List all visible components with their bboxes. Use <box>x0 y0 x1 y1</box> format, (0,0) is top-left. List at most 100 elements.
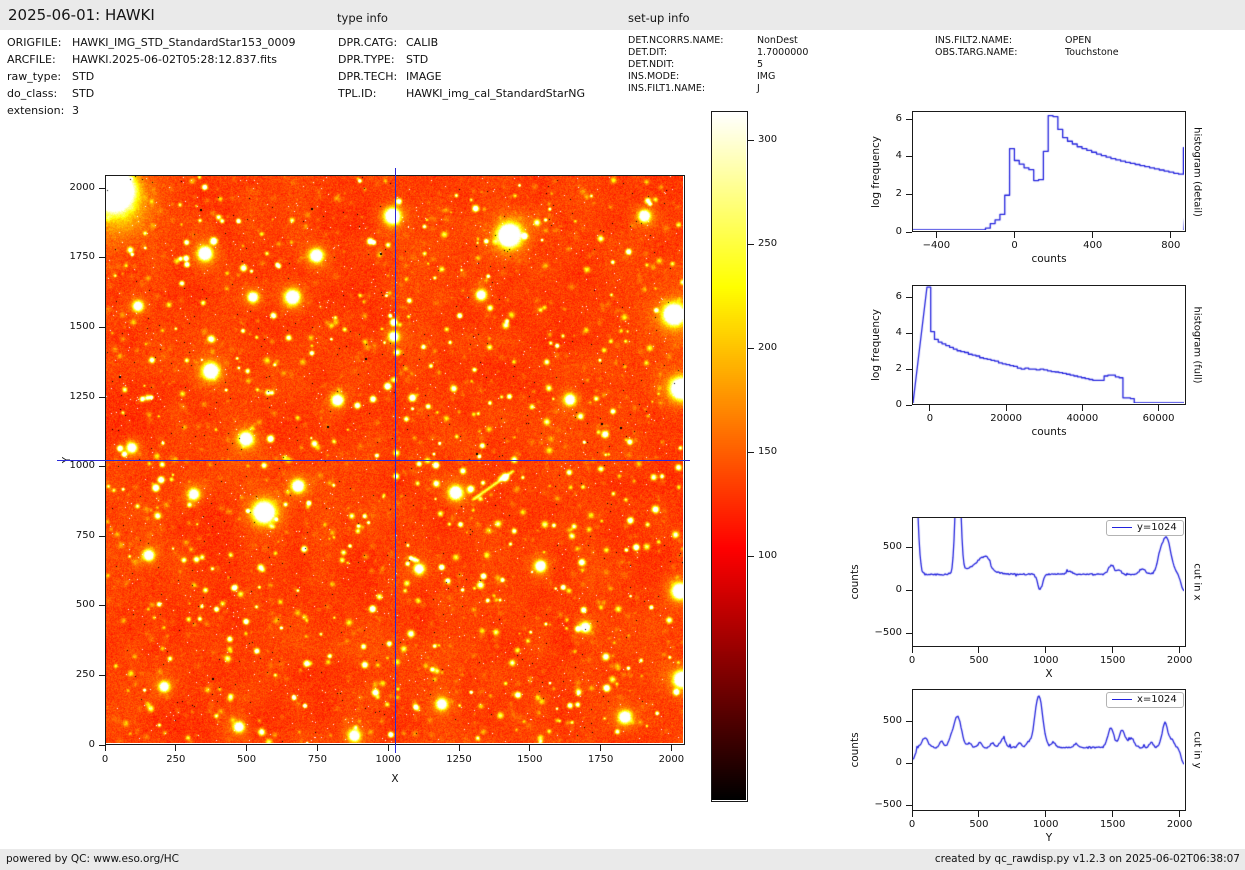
x-tick-mark <box>246 745 248 751</box>
setup-info-label: INS.FILT2.NAME: <box>935 35 1013 46</box>
chart-cut_in_x <box>912 517 1186 647</box>
setup-info-value: NonDest <box>757 35 798 46</box>
y-tick-mark <box>906 632 912 634</box>
y-tick-mark <box>906 763 912 765</box>
qc-report-page: 2025-06-01: HAWKI type info set-up info … <box>0 0 1245 870</box>
x-tick-label: 2000 <box>1166 655 1193 666</box>
x-tick-label: 0 <box>908 819 916 830</box>
histogram_detail-canvas <box>913 112 1184 230</box>
x-tick-mark <box>911 647 913 653</box>
x-tick-label: 1500 <box>517 754 543 765</box>
x-axis-label: X <box>391 773 399 785</box>
chart-xlabel: X <box>1045 668 1053 680</box>
setup-info-row: DET.NCORRS.NAME: NonDest <box>628 35 798 46</box>
x-tick-mark <box>1112 811 1114 817</box>
y-tick-label: 500 <box>882 715 902 727</box>
file-info-label: extension: <box>7 104 65 117</box>
x-tick-mark <box>1081 405 1083 411</box>
chart-right-label: cut in x <box>1191 563 1203 601</box>
x-tick-label: 750 <box>307 754 327 765</box>
chart-ylabel: log frequency <box>870 308 882 382</box>
setup-info-label: DET.NDIT: <box>628 59 675 70</box>
type-info-row: DPR.CATG: CALIB <box>338 36 438 49</box>
chart-right-label: histogram (full) <box>1191 306 1203 384</box>
setup-info-value: J <box>757 83 760 94</box>
crosshair-vline <box>394 168 396 753</box>
colorbar-tick-mark <box>748 555 754 557</box>
y-tick-mark <box>99 535 105 537</box>
file-info-label: ORIGFILE: <box>7 36 62 49</box>
x-tick-mark <box>458 745 460 751</box>
histogram_full-canvas <box>913 286 1184 403</box>
x-tick-label: 0 <box>926 413 934 424</box>
legend-text: y=1024 <box>1137 522 1177 533</box>
y-tick-label: 750 <box>75 529 95 541</box>
x-tick-label: 800 <box>1161 240 1181 251</box>
x-tick-label: 250 <box>166 754 186 765</box>
y-tick-mark <box>906 805 912 807</box>
chart-ylabel: counts <box>849 564 861 600</box>
x-tick-label: 1000 <box>1033 655 1059 666</box>
setup-info-row: OBS.TARG.NAME: Touchstone <box>935 47 1119 58</box>
x-tick-mark <box>1045 647 1047 653</box>
chart-ylabel: log frequency <box>870 135 882 208</box>
page-title: 2025-06-01: HAWKI <box>8 6 155 24</box>
x-tick-label: 60000 <box>1142 413 1175 424</box>
y-tick-label: 6 <box>895 112 902 124</box>
y-tick-label: 500 <box>882 541 902 553</box>
file-info-row: ARCFILE: HAWKI.2025-06-02T05:28:12.837.fi… <box>7 53 277 66</box>
x-tick-label: 0 <box>908 655 916 666</box>
y-tick-mark <box>906 721 912 723</box>
y-tick-mark <box>99 257 105 259</box>
setup-info-label: INS.MODE: <box>628 71 680 82</box>
type-info-value: CALIB <box>406 36 439 49</box>
y-tick-label: 1500 <box>69 321 95 333</box>
file-info-label: raw_type: <box>7 70 62 83</box>
x-tick-mark <box>978 811 980 817</box>
type-info-row: DPR.TYPE: STD <box>338 53 428 66</box>
file-info-label: ARCFILE: <box>7 53 56 66</box>
type-info-value: IMAGE <box>406 70 442 83</box>
y-tick-label: 6 <box>895 291 902 303</box>
x-tick-label: 1000 <box>375 754 401 765</box>
x-tick-mark <box>978 647 980 653</box>
type-info-label: TPL.ID: <box>338 87 377 100</box>
chart-xlabel: counts <box>1031 253 1067 265</box>
y-tick-mark <box>99 187 105 189</box>
colorbar-tick-mark <box>748 243 754 245</box>
colorbar-tick-mark <box>748 451 754 453</box>
file-info-value: HAWKI_IMG_STD_StandardStar153_0009 <box>72 36 296 49</box>
header-bar <box>0 0 1245 30</box>
chart-legend: y=1024 <box>1106 520 1184 536</box>
x-tick-label: 500 <box>969 819 989 830</box>
crosshair-hline <box>57 459 690 461</box>
file-info-value: 3 <box>72 104 79 117</box>
legend-line-sample <box>1112 698 1132 700</box>
y-tick-mark <box>906 297 912 299</box>
y-tick-mark <box>99 396 105 398</box>
file-info-value: STD <box>72 70 95 83</box>
setup-info-row: DET.NDIT: 5 <box>628 59 763 70</box>
x-tick-mark <box>1158 405 1160 411</box>
y-tick-mark <box>906 590 912 592</box>
x-tick-mark <box>1005 405 1007 411</box>
x-tick-label: 1750 <box>587 754 614 765</box>
y-tick-label: 0 <box>895 398 902 410</box>
x-tick-label: 500 <box>969 655 989 666</box>
y-tick-mark <box>906 193 912 195</box>
colorbar-tick-label: 100 <box>758 549 778 561</box>
setup-info-value: 5 <box>757 59 764 70</box>
y-tick-label: −500 <box>874 626 902 638</box>
x-tick-label: 500 <box>237 754 257 765</box>
colorbar <box>711 111 748 802</box>
colorbar-tick-label: 200 <box>758 341 778 353</box>
y-tick-mark <box>99 744 105 746</box>
x-tick-mark <box>1179 647 1181 653</box>
type-info-value: STD <box>406 53 429 66</box>
setup-info-label: OBS.TARG.NAME: <box>935 47 1018 58</box>
type-info-row: TPL.ID: HAWKI_img_cal_StandardStarNG <box>338 87 585 100</box>
x-tick-mark <box>911 811 913 817</box>
cut_in_x-canvas <box>913 518 1184 645</box>
y-tick-mark <box>99 466 105 468</box>
type-info-label: DPR.TECH: <box>338 70 398 83</box>
